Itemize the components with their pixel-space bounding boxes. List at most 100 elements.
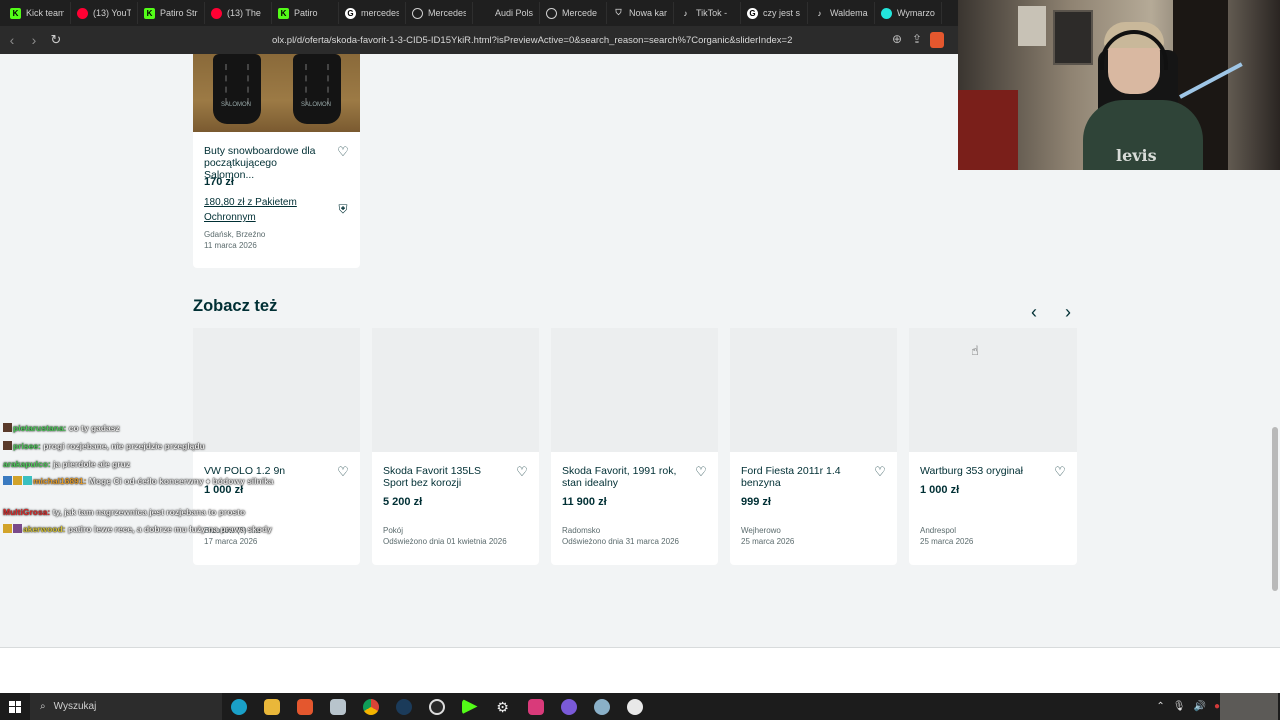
listing-date: 11 marca 2026 (204, 241, 257, 250)
listing-photo[interactable]: SALOMON SALOMON (193, 54, 360, 132)
listing-price: 170 zł (204, 176, 234, 188)
audi-icon (479, 8, 490, 19)
olx-icon (881, 7, 892, 19)
listing-date: Odświeżono dnia 31 marca 2026 (562, 537, 679, 546)
brave-shield-icon[interactable] (930, 32, 944, 48)
youtube-icon (211, 7, 222, 19)
listing-location: Gdańsk, Brzeźno (204, 230, 266, 239)
browser-tab[interactable]: K Patiro Str (138, 2, 205, 24)
boot-image: SALOMON (293, 54, 341, 124)
listing-price: 999 zł (741, 496, 771, 508)
forward-icon[interactable]: › (24, 30, 44, 50)
chat-message: arakapulco: ja pierdole ale gruz (3, 459, 131, 469)
chevron-up-icon[interactable]: ⌃ (1156, 701, 1164, 712)
page-footer (0, 648, 1280, 693)
volume-icon[interactable]: 🔊 (1194, 701, 1206, 712)
zoom-icon[interactable]: ⊕ (892, 32, 902, 46)
listing-title[interactable]: Skoda Favorit 135LS Sport bez korozji (383, 465, 508, 489)
heart-icon[interactable]: ♡ (873, 465, 887, 479)
tiktok-icon: ♪ (683, 8, 688, 18)
listing-title[interactable]: Skoda Favorit, 1991 rok, stan idealny (562, 465, 687, 489)
listing-title[interactable]: Wartburg 353 oryginał (920, 465, 1045, 477)
listing-photo[interactable] (372, 328, 539, 452)
search-icon: ⌕ (40, 701, 46, 712)
browser-tab[interactable]: Audi Pols (473, 2, 540, 24)
browser-tab[interactable]: (13) The (205, 2, 272, 24)
listing-title[interactable]: Ford Fiesta 2011r 1.4 benzyna (741, 465, 851, 489)
heart-icon[interactable]: ♡ (336, 465, 350, 479)
start-button[interactable] (0, 693, 30, 720)
listing-date: 17 marca 2026 (204, 537, 258, 546)
chatgpt-icon[interactable] (618, 693, 651, 720)
chat-message: MultiGrosa: ty, jak tam nagrzewnica jest… (3, 507, 246, 517)
browser-tab[interactable]: Gczy jest s (741, 2, 808, 24)
heart-icon[interactable]: ♡ (694, 465, 708, 479)
scrollbar-thumb[interactable] (1272, 427, 1278, 591)
brave-icon[interactable] (288, 693, 321, 720)
app-icon[interactable] (585, 693, 618, 720)
listing-photo[interactable] (730, 328, 897, 452)
browser-tab[interactable]: Gmercedes (339, 2, 406, 24)
heart-icon[interactable]: ♡ (336, 145, 350, 159)
shield-check-icon: ⛨ (338, 202, 348, 216)
carousel-next-icon[interactable]: › (1057, 301, 1079, 323)
browser-tab[interactable]: ♪ Waldema (808, 2, 875, 24)
browser-tab[interactable]: Mercedes (406, 2, 473, 24)
chat-message: prisee: progi rozjebane, nie przejdzie p… (3, 440, 293, 452)
listing-date: Odświeżono dnia 01 kwietnia 2026 (383, 537, 507, 546)
mercedes-icon (412, 7, 423, 19)
browser-tab[interactable]: Wymarzo (875, 2, 942, 24)
tiktok-icon: ♪ (817, 8, 822, 18)
browser-tab[interactable]: (13) YouT (71, 2, 138, 24)
chat-message: akerwood: patiro lewe rece, a dobrze mu … (3, 523, 293, 535)
hand-cursor-icon: ☝ (971, 343, 979, 358)
browser-tab[interactable]: ♪ TikTok - (674, 2, 741, 24)
windows-icon (9, 700, 21, 713)
protection-package-link[interactable]: 180,80 zł z Pakietem Ochronnym (204, 195, 314, 225)
chat-message: pietarustana: co ty gadasz (3, 422, 293, 434)
chrome-icon[interactable] (354, 693, 387, 720)
listing-date: 25 marca 2026 (741, 537, 795, 546)
mercedes-icon (546, 7, 557, 19)
listing-photo[interactable] (909, 328, 1077, 452)
heart-icon[interactable]: ♡ (1053, 465, 1067, 479)
kick-icon: K (278, 7, 289, 19)
tray-overlay-image (1220, 693, 1278, 720)
shield-icon: ⛉ (615, 8, 622, 17)
kick-app-icon[interactable] (453, 693, 486, 720)
browser-tab[interactable]: K Patiro (272, 2, 339, 24)
reload-icon[interactable]: ↻ (46, 30, 66, 50)
notepad-icon[interactable] (321, 693, 354, 720)
explorer-icon[interactable] (255, 693, 288, 720)
webcam-overlay: levis (958, 0, 1280, 170)
browser-tab[interactable]: K Kick team (4, 2, 71, 24)
browser-tab[interactable]: ⛉ Nowa kar (607, 2, 674, 24)
settings-icon[interactable]: ⚙ (486, 693, 519, 720)
boot-image: SALOMON (213, 54, 261, 124)
listing-location: Radomsko (562, 526, 601, 535)
steam-icon[interactable] (387, 693, 420, 720)
url-text: olx.pl/d/oferta/skoda-favorit-1-3-CID5-I… (272, 34, 793, 46)
kick-icon: K (144, 7, 155, 19)
youtube-icon (77, 7, 88, 19)
heart-icon[interactable]: ♡ (515, 465, 529, 479)
listing-photo[interactable] (551, 328, 718, 452)
microphone-icon[interactable]: 🎙 (1173, 701, 1186, 712)
browser-tab[interactable]: Mercede (540, 2, 607, 24)
share-icon[interactable]: ⇪ (912, 32, 922, 46)
carousel-prev-icon[interactable]: ‹ (1023, 301, 1045, 323)
windows-taskbar: ⌕ Wyszukaj ⚙ ⌃ 🎙 🔊 ● (0, 693, 1280, 720)
search-placeholder: Wyszukaj (53, 701, 97, 712)
edge-icon[interactable] (222, 693, 255, 720)
listing-price: 5 200 zł (383, 496, 423, 508)
taskbar-search[interactable]: ⌕ Wyszukaj (30, 693, 222, 720)
listing-location: Andrespol (920, 526, 957, 535)
listing-date: 25 marca 2026 (920, 537, 974, 546)
address-bar: ‹ › ↻ ⛉ ⚙ olx.pl/d/oferta/skoda-favorit-… (0, 26, 958, 54)
url-field[interactable]: olx.pl/d/oferta/skoda-favorit-1-3-CID5-I… (244, 30, 946, 50)
discord-icon[interactable] (552, 693, 585, 720)
spotify-icon[interactable] (519, 693, 552, 720)
obs-icon[interactable] (420, 693, 453, 720)
back-icon[interactable]: ‹ (2, 30, 22, 50)
listing-location: Wejherowo (741, 526, 781, 535)
